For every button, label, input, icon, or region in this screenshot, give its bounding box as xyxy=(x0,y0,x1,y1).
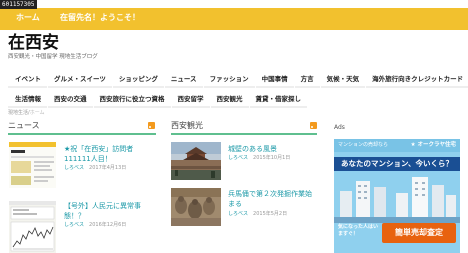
website-screenshot-thumb-icon xyxy=(9,142,56,188)
nav-item-sightseeing[interactable]: 西安観光 xyxy=(210,92,249,108)
news-post-1-date: 2017年4月13日 xyxy=(89,165,127,171)
nav-item-living[interactable]: 生活情報 xyxy=(8,92,47,108)
sightseeing-post-2-author[interactable]: しろべス xyxy=(228,211,248,217)
page-id-stamp: 601157305 xyxy=(0,0,37,9)
news-post-2-author[interactable]: しろべス xyxy=(64,222,84,228)
nav-item-qualification[interactable]: 西安旅行に役立つ資格 xyxy=(93,92,171,108)
breadcrumb: 現地生活/ホーム xyxy=(8,110,45,116)
city-wall-photo-icon xyxy=(171,142,221,180)
sightseeing-post-2-thumbnail[interactable] xyxy=(171,188,221,226)
sightseeing-post-1-date: 2015年10月1日 xyxy=(253,155,291,161)
nav-item-credit-card[interactable]: 海外旅行向きクレジットカード xyxy=(366,72,468,88)
news-rss-icon[interactable] xyxy=(148,122,155,129)
news-post-1-meta: しろべス 2017年4月13日 xyxy=(64,165,126,172)
ad-banner[interactable]: マンションの売却なら ★ オークラヤ住宅 あなたのマンション、今いくら？ 気にな… xyxy=(334,139,460,253)
ads-label: Ads xyxy=(334,124,345,131)
news-post-1-author[interactable]: しろべス xyxy=(64,165,84,171)
ad-subtext: 気になった人はいますぐ！ xyxy=(338,224,379,237)
nav-item-study[interactable]: 西安留学 xyxy=(171,92,210,108)
ad-headline: あなたのマンション、今いくら？ xyxy=(334,157,460,171)
news-post-2-date: 2016年12月6日 xyxy=(89,222,127,228)
ad-tagline: マンションの売却なら xyxy=(338,142,389,148)
sightseeing-post-2-title[interactable]: 兵馬俑で第２次発掘作業始まる xyxy=(228,189,318,209)
site-description: 西安観光・中国留学 現地生活ブログ xyxy=(8,54,98,60)
nav-item-weather[interactable]: 気候・天気 xyxy=(320,72,366,88)
top-nav-home[interactable]: ホーム xyxy=(16,12,40,24)
sightseeing-post-1-meta: しろべス 2015年10月1日 xyxy=(228,155,290,162)
main-nav-row-1: イベント グルメ・スイーツ ショッピング ニュース ファッション 中国事情 方言 気候・天気海… xyxy=(8,66,468,88)
news-heading-underline xyxy=(8,133,156,135)
stock-chart-icon xyxy=(9,201,56,253)
nav-item-rental[interactable]: 賃貸・借家探し xyxy=(249,92,307,108)
news-post-1-thumbnail[interactable] xyxy=(9,142,56,188)
top-nav-welcome: 在留先名！ようこそ！ xyxy=(60,13,140,22)
news-post-2-title[interactable]: 【号外】人民元に異常事態！？ xyxy=(64,201,152,221)
news-post-1-title[interactable]: ★祝「在西安」訪問者111111人目！ xyxy=(64,144,156,164)
news-post-2-meta: しろべス 2016年12月6日 xyxy=(64,222,126,229)
news-post-2-thumbnail[interactable] xyxy=(9,201,56,253)
apartment-buildings-icon xyxy=(334,177,460,223)
sightseeing-post-2-meta: しろべス 2015年5月2日 xyxy=(228,211,287,218)
sightseeing-heading: 西安観光 xyxy=(171,121,203,130)
breadcrumb-current: ホーム xyxy=(29,110,45,116)
nav-item-transport[interactable]: 西安の交通 xyxy=(48,92,93,108)
terracotta-warriors-photo-icon xyxy=(171,188,221,226)
breadcrumb-home[interactable]: 現地生活 xyxy=(8,110,28,116)
ad-brand-logo: ★ オークラヤ住宅 xyxy=(410,142,456,148)
sightseeing-post-1-author[interactable]: しろべス xyxy=(228,155,248,161)
sightseeing-heading-underline xyxy=(171,133,317,135)
sightseeing-post-2-date: 2015年5月2日 xyxy=(253,211,288,217)
sightseeing-rss-icon[interactable] xyxy=(310,122,317,129)
news-heading: ニュース xyxy=(8,121,40,130)
main-nav-row-2: 生活情報 西安の交通 西安旅行に役立つ資格 西安留学 西安観光 賃貸・借家探し xyxy=(8,86,308,108)
sightseeing-post-1-title[interactable]: 城壁のある風景 xyxy=(228,144,316,154)
sightseeing-post-1-thumbnail[interactable] xyxy=(171,142,221,180)
ad-cta-button[interactable]: 簡単売却査定 xyxy=(382,223,456,243)
site-title[interactable]: 在西安 xyxy=(8,34,59,52)
